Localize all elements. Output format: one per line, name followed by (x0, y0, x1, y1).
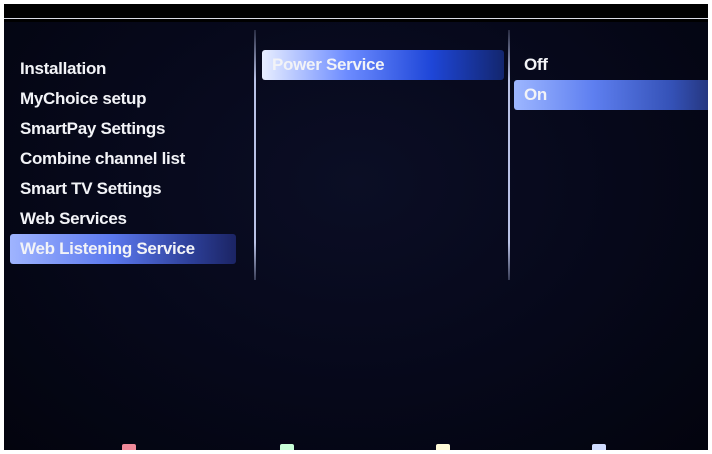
option-on[interactable]: On (514, 80, 708, 110)
menu-item-installation[interactable]: Installation (10, 54, 236, 84)
column-divider (508, 30, 510, 280)
tv-settings-screen: Installation MyChoice setup SmartPay Set… (4, 4, 708, 450)
submenu-column: Power Service (262, 50, 504, 80)
green-key-icon[interactable] (280, 444, 294, 450)
blue-key-icon[interactable] (592, 444, 606, 450)
submenu-item-power-service[interactable]: Power Service (262, 50, 504, 80)
top-border (4, 4, 708, 22)
options-column: Off On (514, 50, 708, 110)
menu-item-smart-tv-settings[interactable]: Smart TV Settings (10, 174, 236, 204)
red-key-icon[interactable] (122, 444, 136, 450)
menu-item-combine-channel-list[interactable]: Combine channel list (10, 144, 236, 174)
color-key-bar (4, 440, 708, 450)
settings-menu-column: Installation MyChoice setup SmartPay Set… (10, 54, 236, 264)
menu-item-smartpay-settings[interactable]: SmartPay Settings (10, 114, 236, 144)
yellow-key-icon[interactable] (436, 444, 450, 450)
menu-item-mychoice-setup[interactable]: MyChoice setup (10, 84, 236, 114)
menu-item-web-listening-service[interactable]: Web Listening Service (10, 234, 236, 264)
option-off[interactable]: Off (514, 50, 708, 80)
column-divider (254, 30, 256, 280)
menu-item-web-services[interactable]: Web Services (10, 204, 236, 234)
